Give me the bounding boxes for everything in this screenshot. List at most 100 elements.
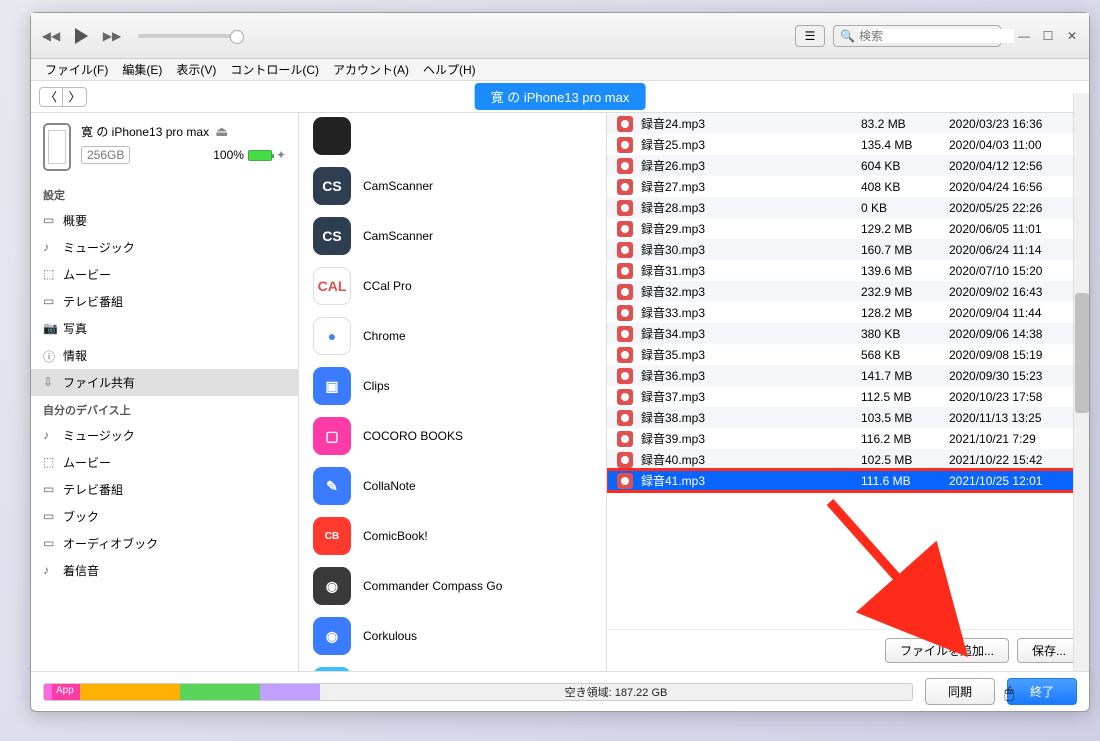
sidebar-item-abook[interactable]: ▭オーディオブック <box>31 530 298 557</box>
app-name: CollaNote <box>363 479 416 493</box>
file-row[interactable]: 録音33.mp3128.2 MB2020/09/04 11:44 <box>607 302 1089 323</box>
app-item[interactable]: CALCCal Pro <box>299 261 606 311</box>
file-name: 録音27.mp3 <box>641 178 853 195</box>
sidebar-item-movie[interactable]: ⬚ムービー <box>31 449 298 476</box>
file-row[interactable]: 録音27.mp3408 KB2020/04/24 16:56 <box>607 176 1089 197</box>
next-button[interactable]: ▶▶ <box>102 26 122 46</box>
file-row[interactable]: 録音36.mp3141.7 MB2020/09/30 15:23 <box>607 365 1089 386</box>
file-row[interactable]: 録音41.mp3111.6 MB2021/10/25 12:01 <box>607 470 1089 491</box>
sidebar-item-book[interactable]: ▭ブック <box>31 503 298 530</box>
music-icon: ♪ <box>43 428 59 444</box>
minimize-button[interactable]: — <box>1017 29 1031 43</box>
sidebar-item-label: ミュージック <box>63 239 135 256</box>
apps-list: CSCamScannerCSCamScannerCALCCal Pro●Chro… <box>299 113 607 671</box>
app-icon: CB <box>313 517 351 555</box>
app-item[interactable]: ▣Clips <box>299 361 606 411</box>
file-size: 128.2 MB <box>861 306 941 320</box>
titlebar: ◀◀ ▶▶ ☰ 🔍 — ☐ ✕ <box>31 13 1089 59</box>
sidebar-item-movie[interactable]: ⬚ムービー <box>31 261 298 288</box>
file-row[interactable]: 録音31.mp3139.6 MB2020/07/10 15:20 <box>607 260 1089 281</box>
app-item[interactable]: ▢COCORO BOOKS <box>299 411 606 461</box>
file-row[interactable]: 録音24.mp383.2 MB2020/03/23 16:36 <box>607 113 1089 134</box>
device-header[interactable]: 寛 の iPhone13 pro max⏏ 256GB 100%✦ <box>31 113 298 181</box>
app-item[interactable]: ◉Commander Compass Go <box>299 561 606 611</box>
menu-item[interactable]: ヘルプ(H) <box>417 59 482 80</box>
scrollbar[interactable] <box>1073 93 1089 671</box>
sidebar-item-share[interactable]: ⇩ファイル共有 <box>31 369 298 396</box>
section-ondevice: 自分のデバイス上 <box>31 396 298 422</box>
close-button[interactable]: ✕ <box>1065 29 1079 43</box>
sidebar-item-tv[interactable]: ▭テレビ番組 <box>31 476 298 503</box>
file-date: 2020/10/23 17:58 <box>949 390 1079 404</box>
file-row[interactable]: 録音39.mp3116.2 MB2021/10/21 7:29 <box>607 428 1089 449</box>
file-date: 2021/10/25 12:01 <box>949 474 1079 488</box>
app-item[interactable]: ◫Dailyノート <box>299 661 606 671</box>
file-icon <box>617 158 633 174</box>
sidebar: 寛 の iPhone13 pro max⏏ 256GB 100%✦ 設定 ▭概要… <box>31 113 299 671</box>
file-date: 2020/06/24 11:14 <box>949 243 1079 257</box>
app-item[interactable]: ◉Corkulous <box>299 611 606 661</box>
eject-icon[interactable]: ⏏ <box>215 123 228 140</box>
app-item[interactable] <box>299 117 606 161</box>
maximize-button[interactable]: ☐ <box>1041 29 1055 43</box>
sidebar-item-music[interactable]: ♪ミュージック <box>31 422 298 449</box>
sidebar-item-tv[interactable]: ▭テレビ番組 <box>31 288 298 315</box>
app-item[interactable]: ●Chrome <box>299 311 606 361</box>
menu-item[interactable]: 編集(E) <box>116 59 168 80</box>
file-size: 232.9 MB <box>861 285 941 299</box>
file-row[interactable]: 録音37.mp3112.5 MB2020/10/23 17:58 <box>607 386 1089 407</box>
scroll-thumb[interactable] <box>1075 293 1089 413</box>
file-row[interactable]: 録音32.mp3232.9 MB2020/09/02 16:43 <box>607 281 1089 302</box>
add-file-button[interactable]: ファイルを追加... <box>885 638 1009 663</box>
sidebar-item-info[interactable]: ⓘ情報 <box>31 342 298 369</box>
file-row[interactable]: 録音34.mp3380 KB2020/09/06 14:38 <box>607 323 1089 344</box>
back-button[interactable]: 〈 <box>39 87 63 107</box>
app-name: Chrome <box>363 329 406 343</box>
list-view-button[interactable]: ☰ <box>795 25 825 47</box>
volume-slider[interactable] <box>138 34 238 38</box>
app-item[interactable]: CSCamScanner <box>299 161 606 211</box>
file-size: 135.4 MB <box>861 138 941 152</box>
file-date: 2020/09/02 16:43 <box>949 285 1079 299</box>
search-field[interactable]: 🔍 <box>833 25 1001 47</box>
app-item[interactable]: CSCamScanner <box>299 211 606 261</box>
app-item[interactable]: CBComicBook! <box>299 511 606 561</box>
menu-item[interactable]: アカウント(A) <box>327 59 415 80</box>
forward-button[interactable]: 〉 <box>63 87 87 107</box>
file-row[interactable]: 録音38.mp3103.5 MB2020/11/13 13:25 <box>607 407 1089 428</box>
file-row[interactable]: 録音26.mp3604 KB2020/04/12 12:56 <box>607 155 1089 176</box>
file-row[interactable]: 録音29.mp3129.2 MB2020/06/05 11:01 <box>607 218 1089 239</box>
search-input[interactable] <box>859 29 1014 43</box>
app-item[interactable]: ✎CollaNote <box>299 461 606 511</box>
device-pill[interactable]: 寛 の iPhone13 pro max <box>475 83 646 110</box>
file-size: 112.5 MB <box>861 390 941 404</box>
file-name: 録音25.mp3 <box>641 136 853 153</box>
sync-button[interactable]: 同期 <box>925 678 995 705</box>
file-row[interactable]: 録音28.mp30 KB2020/05/25 22:26 <box>607 197 1089 218</box>
bottom-bar: App 空き領域: 187.22 GB 同期 終了 <box>31 671 1089 711</box>
done-button[interactable]: 終了 <box>1007 678 1077 705</box>
device-name: 寛 の iPhone13 pro max <box>81 123 209 140</box>
file-size: 0 KB <box>861 201 941 215</box>
file-date: 2021/10/22 15:42 <box>949 453 1079 467</box>
sidebar-item-photo[interactable]: 📷写真 <box>31 315 298 342</box>
file-icon <box>617 473 633 489</box>
file-row[interactable]: 録音40.mp3102.5 MB2021/10/22 15:42 <box>607 449 1089 470</box>
save-button[interactable]: 保存... <box>1017 638 1081 663</box>
menu-item[interactable]: ファイル(F) <box>39 59 114 80</box>
menu-item[interactable]: 表示(V) <box>170 59 222 80</box>
menu-item[interactable]: コントロール(C) <box>224 59 325 80</box>
sidebar-item-summary[interactable]: ▭概要 <box>31 207 298 234</box>
menubar: ファイル(F)編集(E)表示(V)コントロール(C)アカウント(A)ヘルプ(H) <box>31 59 1089 81</box>
sidebar-item-music[interactable]: ♪ミュージック <box>31 234 298 261</box>
sidebar-item-ring[interactable]: ♪着信音 <box>31 557 298 584</box>
file-date: 2020/09/30 15:23 <box>949 369 1079 383</box>
prev-button[interactable]: ◀◀ <box>41 26 61 46</box>
app-icon: ▣ <box>313 367 351 405</box>
file-row[interactable]: 録音30.mp3160.7 MB2020/06/24 11:14 <box>607 239 1089 260</box>
file-row[interactable]: 録音25.mp3135.4 MB2020/04/03 11:00 <box>607 134 1089 155</box>
sidebar-item-label: 概要 <box>63 212 87 229</box>
file-row[interactable]: 録音35.mp3568 KB2020/09/08 15:19 <box>607 344 1089 365</box>
file-name: 録音40.mp3 <box>641 451 853 468</box>
play-button[interactable] <box>75 28 88 44</box>
